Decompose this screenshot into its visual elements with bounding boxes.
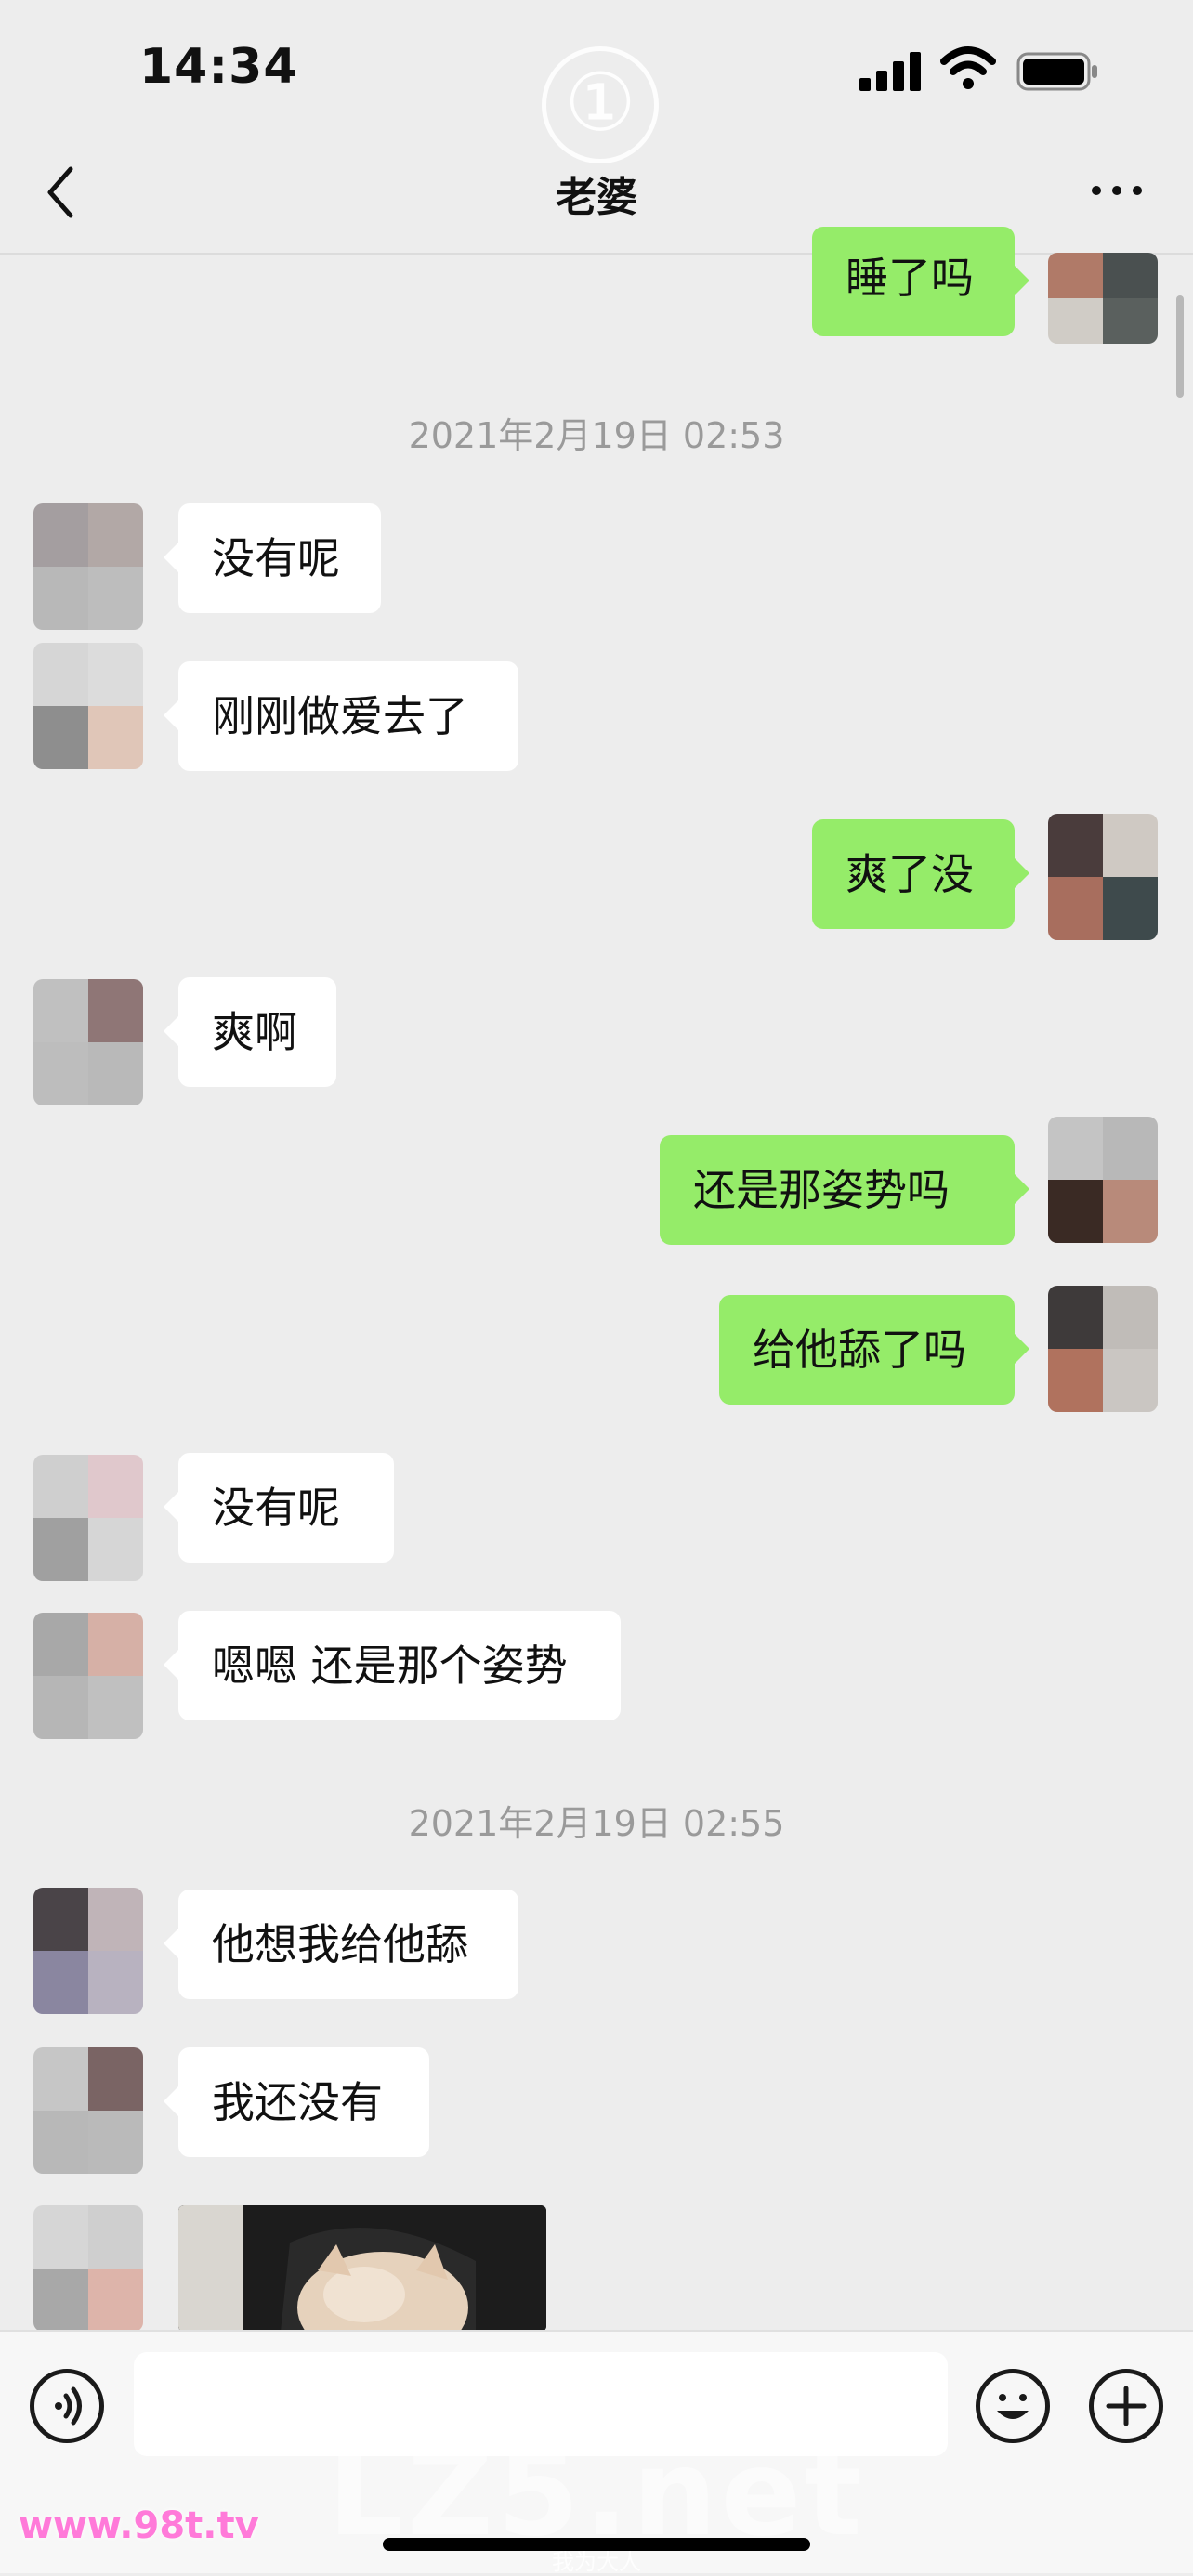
message-bubble-incoming[interactable]: 他想我给他舔 [164,1890,518,1999]
contact-avatar[interactable] [33,503,143,630]
message-timestamp: 2021年2月19日 02:55 [408,1803,785,1844]
message-timestamp: 2021年2月19日 02:53 [408,415,785,456]
message-bubble-incoming[interactable]: 没有呢 [164,503,381,613]
home-indicator[interactable] [383,2538,810,2551]
recording-badge: ① [542,46,659,163]
more-options-button[interactable] [1087,177,1147,204]
photo-message[interactable] [178,2205,546,2332]
watermark-98t: www.98t.tv [19,2504,259,2547]
contact-avatar[interactable] [33,2205,143,2332]
contact-avatar[interactable] [33,1455,143,1581]
message-bubble-incoming[interactable]: 嗯嗯 还是那个姿势 [164,1611,621,1720]
contact-avatar[interactable] [33,1613,143,1739]
self-avatar[interactable] [1048,1117,1158,1243]
self-avatar[interactable] [1048,1286,1158,1412]
self-avatar[interactable] [1048,814,1158,940]
message-bubble-outgoing[interactable]: 给他舔了吗 [719,1295,1029,1405]
message-bubble-outgoing[interactable]: 睡了吗 [812,227,1029,336]
message-bubble-incoming[interactable]: 没有呢 [164,1453,394,1563]
battery-icon [1016,52,1097,91]
signal-icon [859,48,923,91]
contact-avatar[interactable] [33,643,143,769]
status-time: 14:34 [139,39,298,95]
contact-avatar[interactable] [33,2047,143,2174]
message-bubble-incoming[interactable]: 我还没有 [164,2047,429,2157]
wifi-icon [940,46,996,89]
contact-avatar[interactable] [33,1888,143,2014]
photo-thumbnail [178,2205,546,2332]
message-bubble-outgoing[interactable]: 爽了没 [812,819,1029,929]
contact-avatar[interactable] [33,979,143,1105]
message-bubble-incoming[interactable]: 爽啊 [164,977,336,1087]
scroll-indicator[interactable] [1176,295,1184,398]
message-bubble-incoming[interactable]: 刚刚做爱去了 [164,661,518,771]
message-bubble-outgoing[interactable]: 还是那姿势吗 [660,1135,1029,1245]
self-avatar[interactable] [1048,253,1158,344]
chat-title: 老婆 [556,174,637,221]
